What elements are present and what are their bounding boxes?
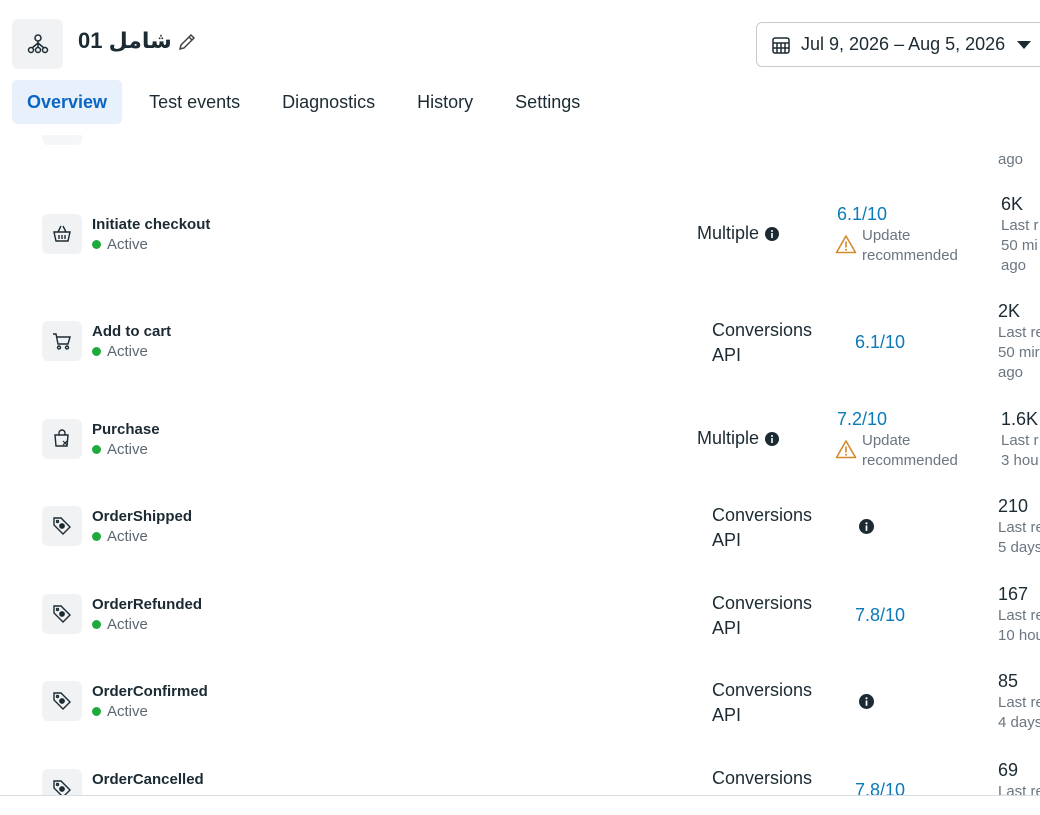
integration-text: Multiple (697, 223, 760, 243)
events-list: ago Initiate checkout Active Multiple 6.… (0, 135, 1040, 795)
event-status: Active (92, 528, 148, 545)
event-count: 210 (998, 496, 1029, 516)
warning-text: Update recommended (862, 432, 958, 469)
tag-icon (42, 681, 82, 721)
last-received-2: 50 mi (1001, 237, 1038, 254)
event-name[interactable]: Initiate checkout (92, 216, 210, 233)
event-count: 69 (998, 760, 1019, 780)
integration-text: Conversions API (712, 680, 813, 725)
event-name[interactable]: OrderRefunded (92, 596, 202, 613)
event-status: Active (92, 343, 148, 360)
event-name[interactable]: OrderShipped (92, 508, 192, 525)
last-received-1: Last r (1001, 432, 1039, 449)
page-title: شامل 01 (78, 28, 172, 53)
last-received-1: Last r (1001, 217, 1039, 234)
last-received-2: 5 days (998, 539, 1040, 556)
status-text: Active (107, 703, 148, 720)
event-name[interactable]: Add to cart (92, 323, 171, 340)
last-received-3: ago (998, 364, 1024, 381)
match-quality-score[interactable]: 6.1/10 (855, 332, 905, 353)
partial-last-received: ago (998, 151, 1024, 168)
caret-down-icon (1017, 40, 1032, 49)
basket-icon (42, 214, 82, 254)
tab-diagnostics[interactable]: Diagnostics (267, 80, 390, 124)
integration-text: Conversions API (712, 320, 813, 365)
status-dot (92, 347, 101, 356)
info-icon[interactable] (859, 519, 874, 534)
last-received-3: ago (1001, 257, 1027, 274)
last-received-1: Last re (998, 783, 1040, 795)
last-received-2: 3 hou (1001, 452, 1039, 469)
status-dot (92, 532, 101, 541)
integration-cell: Multiple (697, 221, 780, 246)
info-icon[interactable] (765, 226, 780, 241)
event-count: 2K (998, 301, 1021, 321)
event-status: Active (92, 236, 148, 253)
match-quality-score[interactable]: 7.8/10 (855, 780, 905, 795)
tab-test-events[interactable]: Test events (134, 80, 255, 124)
event-count: 85 (998, 671, 1019, 691)
last-received-1: Last re (998, 324, 1040, 341)
event-status: Active (92, 441, 148, 458)
event-count: 1.6K (1001, 409, 1039, 429)
status-text: Active (107, 528, 148, 545)
tag-icon (42, 769, 82, 795)
event-name[interactable]: OrderConfirmed (92, 683, 208, 700)
last-received-2: 4 days (998, 714, 1040, 731)
integration-text: Conversions API (712, 593, 813, 638)
status-dot (92, 707, 101, 716)
event-count: 167 (998, 584, 1029, 604)
status-text: Active (107, 616, 148, 633)
match-quality-score[interactable]: 7.2/10 (837, 409, 887, 430)
tab-history[interactable]: History (402, 80, 488, 124)
status-dot (92, 240, 101, 249)
integration-text: Conversions API (712, 505, 813, 550)
event-name[interactable]: Purchase (92, 421, 160, 438)
event-status: Active (92, 616, 148, 633)
integration-cell: Multiple (697, 426, 780, 451)
tab-overview[interactable]: Overview (12, 80, 123, 124)
event-count: 6K (1001, 194, 1024, 214)
tab-bar: Overview Test events Diagnostics History… (12, 80, 607, 124)
event-status: Active (92, 703, 148, 720)
calendar-icon (771, 35, 791, 55)
tag-icon (42, 594, 82, 634)
date-range-picker[interactable]: Jul 9, 2026 – Aug 5, 2026 (756, 22, 1040, 67)
status-text: Active (107, 343, 148, 360)
status-dot (92, 620, 101, 629)
tag-icon (42, 506, 82, 546)
info-icon[interactable] (765, 431, 780, 446)
info-icon[interactable] (859, 694, 874, 709)
last-received-2: 10 hou (998, 627, 1040, 644)
event-name[interactable]: OrderCancelled (92, 771, 204, 788)
pixel-dataset-icon[interactable] (12, 19, 63, 69)
warning-text: Update recommended (862, 227, 958, 264)
bottom-divider (0, 795, 1040, 815)
status-text: Active (107, 236, 148, 253)
shopping-bag-icon (42, 419, 82, 459)
tab-settings[interactable]: Settings (500, 80, 595, 124)
warning-icon (835, 234, 857, 254)
warning-icon (835, 439, 857, 459)
last-received-1: Last re (998, 519, 1040, 536)
match-quality-score[interactable]: 6.1/10 (837, 204, 887, 225)
page-header: شامل 01 Jul 9, 2026 – Aug 5, 2026 Overvi… (0, 0, 1040, 135)
cart-icon (42, 321, 82, 361)
integration-text: Conversions (712, 768, 813, 788)
status-dot (92, 445, 101, 454)
match-quality-score[interactable]: 7.8/10 (855, 605, 905, 626)
integration-text: Multiple (697, 428, 760, 448)
last-received-2: 50 mir (998, 344, 1040, 361)
status-text: Active (107, 441, 148, 458)
pencil-icon[interactable] (176, 31, 198, 53)
date-range-text: Jul 9, 2026 – Aug 5, 2026 (801, 34, 1006, 54)
last-received-1: Last re (998, 607, 1040, 624)
last-received-1: Last re (998, 694, 1040, 711)
